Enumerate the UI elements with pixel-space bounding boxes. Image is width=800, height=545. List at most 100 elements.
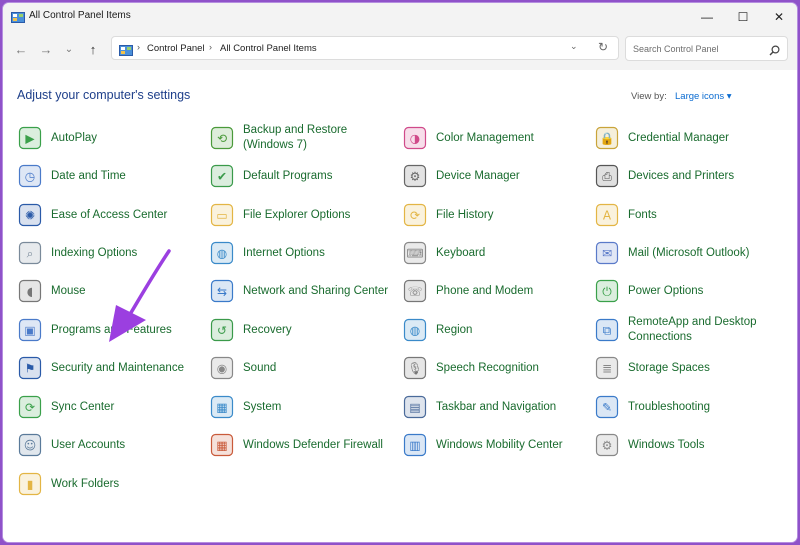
item-power-options[interactable]: ⏻ Power Options — [594, 273, 778, 309]
title-bar[interactable]: All Control Panel Items — ☐ ✕ — [3, 3, 797, 30]
item-label: Ease of Access Center — [51, 208, 168, 221]
item-windows-defender-firewall[interactable]: ▦ Windows Defender Firewall — [209, 427, 393, 463]
svg-text:▶: ▶ — [25, 132, 35, 146]
globe-icon: ◍ — [209, 240, 235, 266]
up-arrow-icon[interactable]: ↑ — [85, 41, 101, 57]
view-by-label: View by: — [631, 91, 667, 102]
page-title: Adjust your computer's settings — [17, 88, 191, 102]
item-keyboard[interactable]: ⌨ Keyboard — [402, 235, 586, 271]
region-icon: ◍ — [402, 317, 428, 343]
maximize-button[interactable]: ☐ — [725, 3, 761, 30]
speaker-icon: ◉ — [209, 355, 235, 381]
item-label: Network and Sharing Center — [243, 284, 389, 297]
item-autoplay[interactable]: ▶ AutoPlay — [17, 120, 201, 156]
item-devices-and-printers[interactable]: ⎙ Devices and Printers — [594, 158, 778, 194]
svg-text:☺: ☺ — [24, 439, 37, 453]
view-by-dropdown[interactable]: Large icons ▾ — [675, 91, 732, 102]
item-label: Backup and Restore (Windows 7) — [243, 124, 348, 151]
item-programs-and-features[interactable]: ▣ Programs and Features — [17, 312, 201, 348]
svg-text:▭: ▭ — [216, 209, 227, 223]
item-label: User Accounts — [51, 438, 126, 451]
svg-text:⌨: ⌨ — [406, 247, 423, 261]
control-panel-icon — [119, 43, 133, 61]
color-management-icon: ◑ — [402, 125, 428, 151]
svg-text:✉: ✉ — [602, 247, 612, 261]
item-label: Keyboard — [436, 246, 486, 259]
item-device-manager[interactable]: ⚙ Device Manager — [402, 158, 586, 194]
svg-text:⟲: ⟲ — [217, 132, 227, 146]
item-network-and-sharing-center[interactable]: ⇆ Network and Sharing Center — [209, 273, 393, 309]
item-speech-recognition[interactable]: 🎙 Speech Recognition — [402, 350, 586, 386]
fonts-icon: A — [594, 202, 620, 228]
item-storage-spaces[interactable]: ≣ Storage Spaces — [594, 350, 778, 386]
mobility-icon: ▥ — [402, 432, 428, 458]
firewall-icon: ▦ — [209, 432, 235, 458]
chevron-down-icon[interactable]: ⌄ — [570, 41, 578, 52]
item-color-management[interactable]: ◑ Color Management — [402, 120, 586, 156]
device-manager-icon: ⚙ — [402, 163, 428, 189]
item-file-explorer-options[interactable]: ▭ File Explorer Options — [209, 197, 393, 233]
svg-text:◷: ◷ — [25, 170, 36, 184]
search-icon[interactable] — [769, 43, 780, 61]
item-mail-microsoft-outlook[interactable]: ✉ Mail (Microsoft Outlook) — [594, 235, 778, 271]
item-label: Speech Recognition — [436, 361, 539, 374]
phone-icon: ☏ — [402, 278, 428, 304]
item-fonts[interactable]: A Fonts — [594, 197, 778, 233]
refresh-icon[interactable]: ↻ — [598, 40, 608, 54]
back-arrow-icon[interactable]: ← — [13, 41, 29, 57]
item-mouse[interactable]: ◖ Mouse — [17, 273, 201, 309]
item-default-programs[interactable]: ✔ Default Programs — [209, 158, 393, 194]
gear-icon: ⚙ — [594, 432, 620, 458]
svg-text:◑: ◑ — [410, 132, 421, 146]
item-user-accounts[interactable]: ☺ User Accounts — [17, 427, 201, 463]
item-ease-of-access-center[interactable]: ✺ Ease of Access Center — [17, 197, 201, 233]
item-security-and-maintenance[interactable]: ⚑ Security and Maintenance — [17, 350, 201, 386]
item-remoteapp-and-desktop-connections[interactable]: ⧉ RemoteApp and Desktop Connections — [594, 312, 778, 348]
item-windows-tools[interactable]: ⚙ Windows Tools — [594, 427, 778, 463]
item-date-and-time[interactable]: ◷ Date and Time — [17, 158, 201, 194]
taskbar-icon: ▤ — [402, 394, 428, 420]
close-button[interactable]: ✕ — [761, 3, 797, 30]
item-internet-options[interactable]: ◍ Internet Options — [209, 235, 393, 271]
svg-text:☏: ☏ — [407, 285, 422, 299]
svg-text:◍: ◍ — [217, 247, 228, 261]
item-system[interactable]: ▦ System — [209, 389, 393, 425]
item-backup-and-restore-windows-7[interactable]: ⟲ Backup and Restore (Windows 7) — [209, 120, 393, 156]
backup-icon: ⟲ — [209, 125, 235, 151]
svg-text:⎙: ⎙ — [602, 170, 612, 184]
recent-locations-icon[interactable]: ⌄ — [61, 41, 77, 57]
flag-icon: ⚑ — [17, 355, 43, 381]
item-taskbar-and-navigation[interactable]: ▤ Taskbar and Navigation — [402, 389, 586, 425]
item-windows-mobility-center[interactable]: ▥ Windows Mobility Center — [402, 427, 586, 463]
item-credential-manager[interactable]: 🔒 Credential Manager — [594, 120, 778, 156]
troubleshooting-icon: ✎ — [594, 394, 620, 420]
item-sync-center[interactable]: ⟳ Sync Center — [17, 389, 201, 425]
item-label: RemoteApp and Desktop Connections — [628, 316, 757, 343]
programs-icon: ▣ — [17, 317, 43, 343]
item-recovery[interactable]: ↺ Recovery — [209, 312, 393, 348]
forward-arrow-icon[interactable]: → — [38, 41, 54, 57]
item-sound[interactable]: ◉ Sound — [209, 350, 393, 386]
breadcrumb-control-panel[interactable]: Control Panel — [147, 43, 205, 54]
breadcrumb-all-items[interactable]: All Control Panel Items — [220, 43, 317, 54]
item-label: Color Management — [436, 131, 534, 144]
item-phone-and-modem[interactable]: ☏ Phone and Modem — [402, 273, 586, 309]
svg-text:▮: ▮ — [27, 478, 34, 492]
svg-text:🎙: 🎙 — [407, 362, 422, 376]
indexing-icon: ⌕ — [17, 240, 43, 266]
folder-icon: ▭ — [209, 202, 235, 228]
network-icon: ⇆ — [209, 278, 235, 304]
file-history-icon: ⟳ — [402, 202, 428, 228]
item-indexing-options[interactable]: ⌕ Indexing Options — [17, 235, 201, 271]
item-troubleshooting[interactable]: ✎ Troubleshooting — [594, 389, 778, 425]
item-label: Windows Tools — [628, 438, 705, 451]
item-file-history[interactable]: ⟳ File History — [402, 197, 586, 233]
minimize-button[interactable]: — — [689, 3, 725, 30]
item-region[interactable]: ◍ Region — [402, 312, 586, 348]
svg-text:⚙: ⚙ — [410, 170, 421, 184]
address-bar[interactable]: › Control Panel › All Control Panel Item… — [111, 36, 619, 60]
svg-text:▦: ▦ — [216, 439, 227, 453]
user-accounts-icon: ☺ — [17, 432, 43, 458]
item-work-folders[interactable]: ▮ Work Folders — [17, 466, 201, 502]
search-input[interactable]: Search Control Panel — [625, 36, 788, 61]
